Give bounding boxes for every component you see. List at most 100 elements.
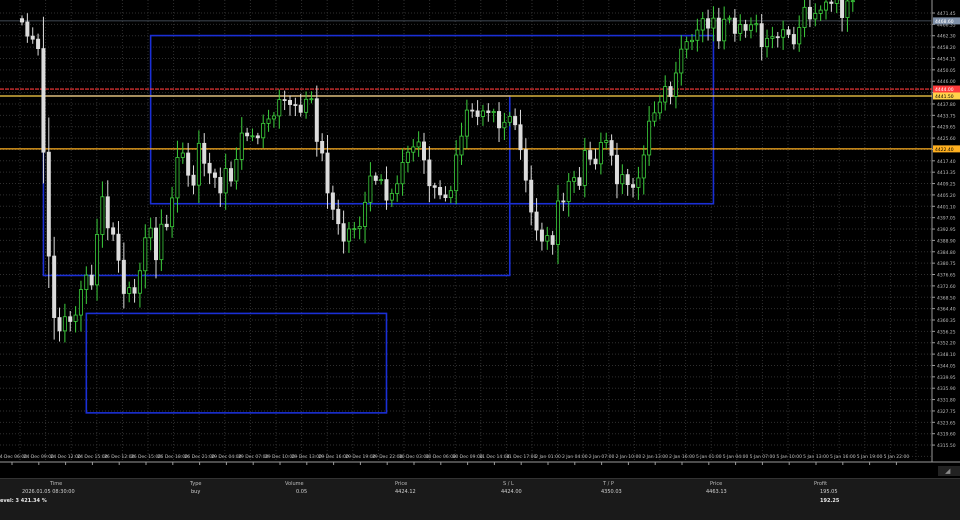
candle-body xyxy=(748,24,753,31)
candle-body xyxy=(572,177,577,182)
candle-body xyxy=(384,179,389,201)
candle-body xyxy=(379,179,384,182)
y-tick-label: 4339.95 xyxy=(937,375,956,381)
candle-body xyxy=(850,0,855,3)
y-tick-label: 4429.65 xyxy=(937,125,956,131)
candle-body xyxy=(320,140,325,154)
candle-body xyxy=(186,152,191,176)
candle-body xyxy=(68,316,73,322)
candle-body xyxy=(663,86,668,103)
candle-body xyxy=(502,121,507,129)
col-tp[interactable]: T / P xyxy=(603,481,614,487)
candle-body xyxy=(491,111,496,113)
candle-body xyxy=(271,115,276,120)
col-profit[interactable]: Profit xyxy=(814,481,827,487)
candle-body xyxy=(706,18,711,29)
cell-volume: 0.05 xyxy=(296,489,308,495)
y-tick-label: 4458.20 xyxy=(937,45,956,51)
candle-body xyxy=(743,24,748,31)
candle-body xyxy=(411,146,416,153)
y-tick-label: 4356.25 xyxy=(937,329,956,335)
x-tick-label: 2 Jan 16:00 xyxy=(669,454,695,460)
candle-body xyxy=(556,200,561,245)
y-tick-label: 4454.15 xyxy=(937,56,956,62)
y-tick-label: 4462.30 xyxy=(937,34,956,40)
candle-body xyxy=(593,158,598,165)
candle-body xyxy=(432,185,437,188)
candle-body xyxy=(325,152,330,194)
col-volume[interactable]: Volume xyxy=(285,481,304,487)
candle-body xyxy=(282,99,287,101)
y-tick-label: 4417.40 xyxy=(937,159,956,165)
scroll-arrow-icon[interactable]: ◢ xyxy=(945,467,950,475)
candle-body xyxy=(807,6,812,20)
candle-body xyxy=(518,124,523,151)
y-tick-label: 4331.80 xyxy=(937,398,956,404)
candle-body xyxy=(357,226,362,230)
candle-body xyxy=(212,172,217,178)
candle-body xyxy=(41,48,46,153)
candle-body xyxy=(363,201,368,227)
candle-body xyxy=(148,227,153,239)
col-price[interactable]: Price xyxy=(395,481,407,487)
col-type[interactable]: Type xyxy=(190,481,201,487)
candle-body xyxy=(475,110,480,117)
y-tick-label: 4344.05 xyxy=(937,363,956,369)
candle-body xyxy=(341,223,346,242)
y-tick-label: 4433.75 xyxy=(937,113,956,119)
candle-body xyxy=(732,17,737,34)
cell-time: 2026.01.05 08:30:00 xyxy=(22,489,75,495)
x-tick-label: 5 Jan 19:00 xyxy=(857,454,883,460)
candle-body xyxy=(802,6,807,28)
candle-body xyxy=(700,18,705,31)
candle-body xyxy=(738,24,743,34)
chart-svg[interactable]: 4471.454466.354462.304458.204454.154450.… xyxy=(0,0,960,468)
candle-body xyxy=(647,120,652,156)
y-tick-label: 4405.20 xyxy=(937,193,956,199)
candle-body xyxy=(454,154,459,192)
candle-body xyxy=(641,154,646,179)
x-tick-label: 5 Jan 10:00 xyxy=(776,454,802,460)
candle-body xyxy=(824,1,829,11)
price-chart[interactable]: 4471.45 4466.35 4462.30 4458.20 4454.15 4450.… xyxy=(0,0,960,468)
candle-body xyxy=(266,118,271,124)
candle-body xyxy=(427,159,432,187)
candle-body xyxy=(507,116,512,123)
price-level-label: 4468.60 xyxy=(935,19,954,25)
candle-body xyxy=(121,259,126,294)
candle-body xyxy=(153,227,158,261)
col-time[interactable]: Time xyxy=(50,481,62,487)
candle-body xyxy=(786,29,791,35)
candle-body xyxy=(631,184,636,188)
x-tick-label: 2 Jan 13:00 xyxy=(642,454,668,460)
x-tick-label: 2 Jan 10:00 xyxy=(616,454,642,460)
y-tick-label: 4409.25 xyxy=(937,182,956,188)
candle-body xyxy=(196,142,201,186)
y-tick-label: 4446.00 xyxy=(937,79,956,85)
candle-body xyxy=(304,98,309,113)
candle-body xyxy=(191,174,196,186)
candle-body xyxy=(30,35,35,40)
candle-body xyxy=(711,17,716,29)
candle-body xyxy=(636,177,641,188)
candle-body xyxy=(277,99,282,117)
candle-body xyxy=(845,0,850,18)
cell-type: buy xyxy=(191,489,201,495)
candle-body xyxy=(486,110,491,113)
candle-body xyxy=(287,99,292,105)
candle-body xyxy=(652,112,657,122)
candle-body xyxy=(588,150,593,160)
col-sl[interactable]: S / L xyxy=(503,481,514,487)
cell-profit: 195.05 xyxy=(820,489,838,495)
candle-body xyxy=(791,34,796,45)
candle-body xyxy=(100,196,105,235)
col-current-price[interactable]: Price xyxy=(710,481,722,487)
candle-body xyxy=(223,168,228,194)
candle-body xyxy=(545,235,550,242)
y-tick-label: 4327.75 xyxy=(937,409,956,415)
candle-body xyxy=(657,101,662,114)
candle-body xyxy=(813,13,818,20)
candle-body xyxy=(229,168,234,182)
cell-sl: 4424.00 xyxy=(501,489,522,495)
candle-body xyxy=(421,141,426,161)
